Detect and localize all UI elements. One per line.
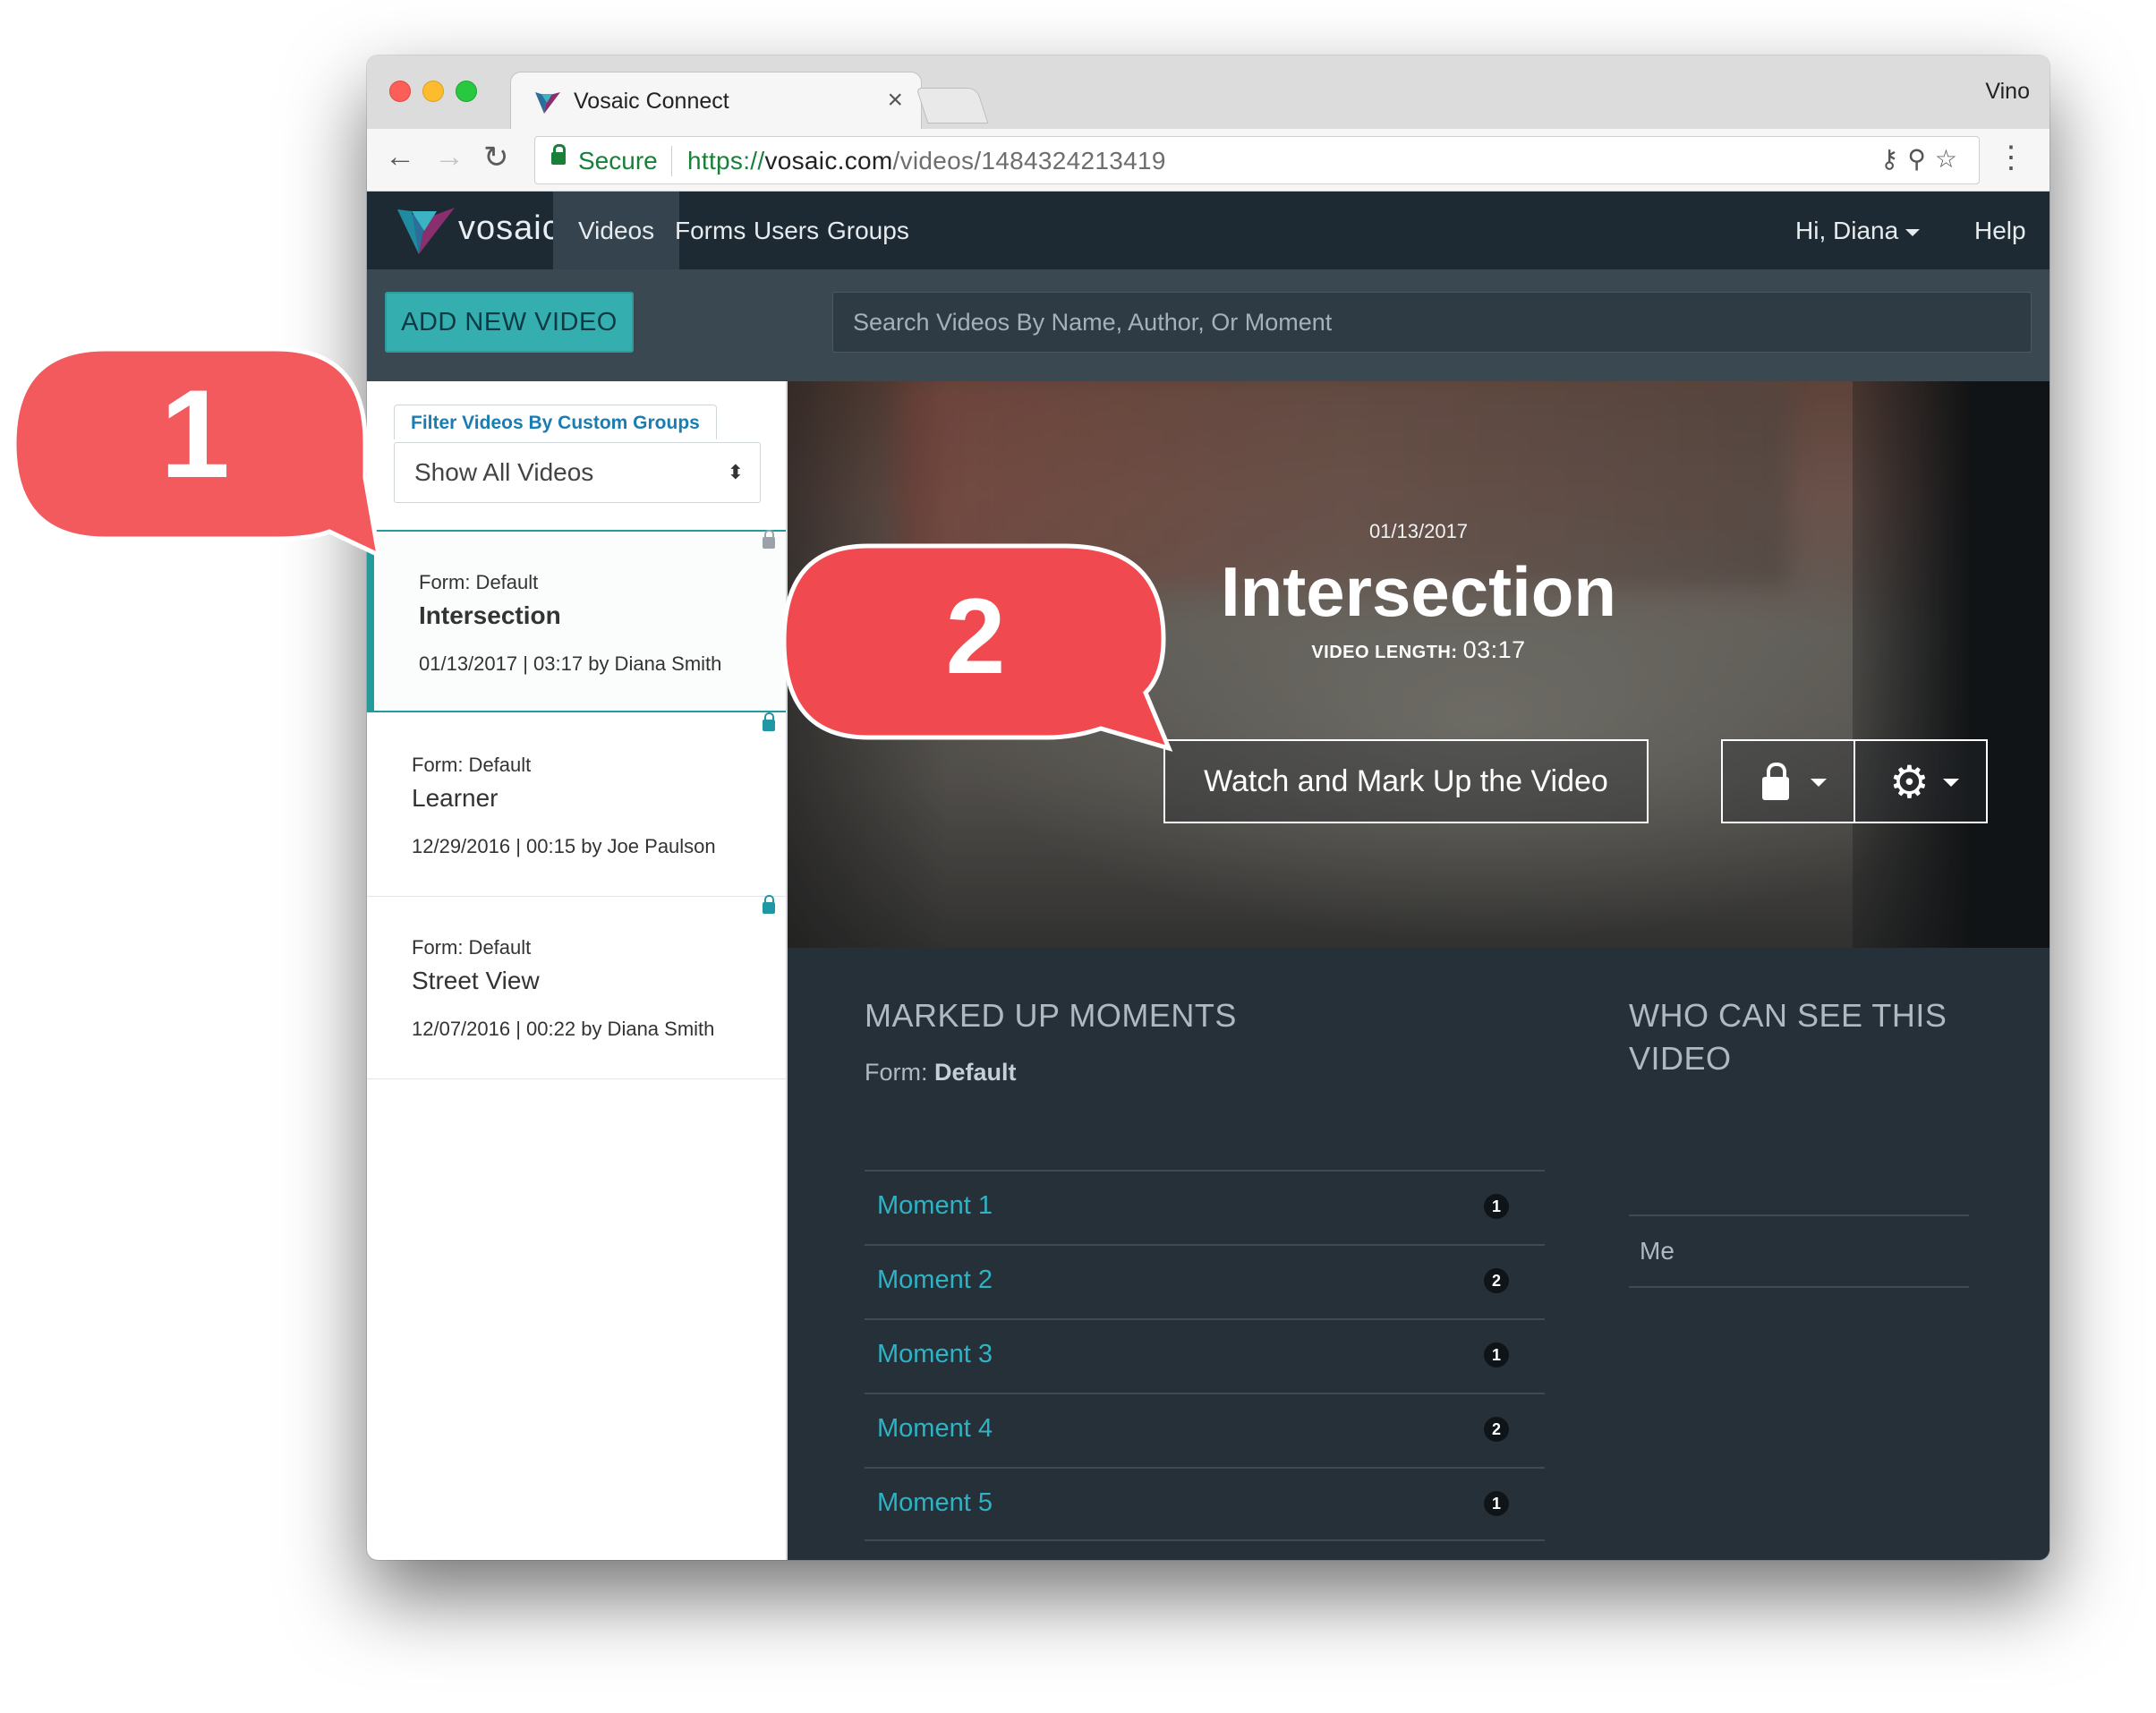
- video-meta: 12/07/2016 | 00:22 by Diana Smith: [412, 1018, 715, 1040]
- moment-link[interactable]: Moment 3: [877, 1340, 993, 1369]
- video-meta: 01/13/2017 | 03:17 by Diana Smith: [419, 652, 722, 675]
- secure-lock-icon: [551, 144, 566, 165]
- new-tab-button[interactable]: [916, 88, 989, 124]
- video-form-name: Form: Default: [419, 571, 539, 593]
- video-title: Learner: [412, 784, 499, 812]
- viewer-item: Me: [1629, 1214, 1969, 1288]
- moment-count-badge: 1: [1484, 1194, 1509, 1219]
- callout-two-number: 2: [945, 576, 1006, 696]
- moment-row[interactable]: Moment 3 1: [865, 1318, 1545, 1393]
- moment-link[interactable]: Moment 4: [877, 1414, 993, 1444]
- video-toolbar: ADD NEW VIDEO: [367, 269, 2049, 381]
- browser-profile-name[interactable]: Vino: [1985, 79, 2030, 105]
- visibility-heading-line1: WHO CAN SEE THIS: [1629, 997, 1947, 1034]
- tab-title: Vosaic Connect: [574, 89, 729, 114]
- video-list-item[interactable]: Form: Default Street View 12/07/2016 | 0…: [367, 895, 786, 1079]
- video-details: MARKED UP MOMENTS Form: Default Moment 1…: [788, 948, 2049, 1560]
- moment-count-badge: 1: [1484, 1342, 1509, 1368]
- moments-form-line: Form: Default: [865, 1059, 1017, 1087]
- callout-two: 2: [779, 541, 1190, 755]
- locked-icon[interactable]: [763, 530, 775, 549]
- chevron-down-icon: [1811, 779, 1827, 787]
- gear-icon: ⚙: [1889, 757, 1930, 807]
- user-menu-label: Hi, Diana: [1795, 217, 1899, 244]
- filter-groups-label: Filter Videos By Custom Groups: [394, 405, 717, 439]
- moments-list: Moment 1 1 Moment 2 2 Moment 3 1 Moment …: [865, 1170, 1545, 1541]
- video-title: Intersection: [419, 601, 561, 629]
- privacy-dropdown-button[interactable]: [1721, 739, 1855, 823]
- moment-row[interactable]: Moment 2 2: [865, 1244, 1545, 1318]
- close-window-button[interactable]: [389, 81, 411, 102]
- forward-arrow-icon[interactable]: →: [434, 140, 464, 175]
- video-length-label: VIDEO LENGTH:: [1311, 643, 1458, 662]
- browser-window: Vosaic Connect × Vino ← → ↻ Secure https…: [367, 55, 2049, 1560]
- video-form-name: Form: Default: [412, 936, 532, 959]
- url-text[interactable]: https://vosaic.com/videos/1484324213419: [687, 147, 1166, 175]
- form-name: Default: [934, 1059, 1017, 1086]
- minimize-window-button[interactable]: [422, 81, 444, 102]
- vosaic-logo-icon: [397, 208, 455, 254]
- url-host: vosaic.com: [764, 147, 893, 175]
- tab-close-icon[interactable]: ×: [887, 85, 903, 115]
- video-length-value: 03:17: [1462, 636, 1526, 663]
- chevron-down-icon: [1905, 228, 1921, 236]
- video-form-name: Form: Default: [412, 754, 532, 776]
- add-new-video-button[interactable]: ADD NEW VIDEO: [385, 292, 634, 353]
- visibility-heading: WHO CAN SEE THIS VIDEO: [1629, 994, 1947, 1080]
- browser-tab[interactable]: Vosaic Connect ×: [510, 72, 922, 131]
- vosaic-logo-text[interactable]: vosaic: [458, 209, 560, 248]
- unlocked-icon[interactable]: [763, 895, 775, 914]
- visibility-heading-line2: VIDEO: [1629, 1040, 1732, 1077]
- moment-row[interactable]: Moment 5 1: [865, 1467, 1545, 1541]
- user-menu[interactable]: Hi, Diana: [1795, 192, 1921, 269]
- watch-mark-up-button[interactable]: Watch and Mark Up the Video: [1163, 739, 1649, 823]
- video-list-item[interactable]: Form: Default Learner 12/29/2016 | 00:15…: [367, 712, 786, 897]
- moment-link[interactable]: Moment 1: [877, 1191, 993, 1221]
- moment-link[interactable]: Moment 2: [877, 1266, 993, 1295]
- moment-count-badge: 2: [1484, 1268, 1509, 1293]
- video-meta: 12/29/2016 | 00:15 by Joe Paulson: [412, 835, 716, 857]
- moment-link[interactable]: Moment 5: [877, 1488, 993, 1518]
- app-top-nav: vosaic Videos Forms Users Groups Hi, Dia…: [367, 192, 2049, 269]
- unlocked-icon[interactable]: [763, 712, 775, 731]
- key-icon[interactable]: ⚷: [1880, 145, 1908, 173]
- vosaic-favicon-icon: [535, 92, 560, 114]
- viewers-list: Me: [1629, 1214, 1969, 1288]
- video-list-item[interactable]: Form: Default Intersection 01/13/2017 | …: [367, 530, 786, 712]
- callout-one-number: 1: [160, 363, 230, 504]
- address-separator: [671, 146, 672, 176]
- video-list-sidebar: Filter Videos By Custom Groups Show All …: [367, 381, 788, 1560]
- chevron-down-icon: [1943, 779, 1959, 787]
- address-bar[interactable]: Secure https://vosaic.com/videos/1484324…: [534, 136, 1980, 184]
- lock-icon: [1762, 763, 1789, 800]
- video-title: Street View: [412, 967, 540, 994]
- url-scheme: https://: [687, 147, 765, 175]
- moments-heading: MARKED UP MOMENTS: [865, 997, 1237, 1034]
- moment-row[interactable]: Moment 1 1: [865, 1170, 1545, 1244]
- settings-dropdown-button[interactable]: ⚙: [1853, 739, 1988, 823]
- select-arrows-icon: ⬍: [727, 461, 744, 483]
- nav-groups[interactable]: Groups: [802, 192, 934, 269]
- moment-count-badge: 1: [1484, 1491, 1509, 1516]
- search-videos-input[interactable]: [832, 292, 2032, 353]
- callout-one: 1: [7, 344, 401, 585]
- browser-menu-icon[interactable]: ⋮: [1996, 140, 2026, 175]
- form-prefix: Form:: [865, 1059, 928, 1086]
- filter-selected-value: Show All Videos: [414, 458, 594, 486]
- reload-icon[interactable]: ↻: [483, 140, 509, 175]
- browser-titlebar: Vosaic Connect × Vino: [367, 55, 2049, 131]
- nav-help[interactable]: Help: [1974, 192, 2026, 269]
- moment-row[interactable]: Moment 4 2: [865, 1393, 1545, 1467]
- url-path: /videos/1484324213419: [892, 147, 1166, 175]
- browser-toolbar: ← → ↻ Secure https://vosaic.com/videos/1…: [367, 129, 2049, 192]
- filter-groups-select[interactable]: Show All Videos ⬍: [394, 442, 761, 503]
- moment-count-badge: 2: [1484, 1417, 1509, 1442]
- vosaic-app: vosaic Videos Forms Users Groups Hi, Dia…: [367, 192, 2049, 1560]
- zoom-icon[interactable]: ⚲: [1907, 145, 1935, 173]
- maximize-window-button[interactable]: [456, 81, 477, 102]
- address-bar-actions: ⚷⚲☆: [1880, 144, 1966, 174]
- back-arrow-icon[interactable]: ←: [385, 140, 415, 175]
- bookmark-star-icon[interactable]: ☆: [1935, 145, 1966, 173]
- secure-label: Secure: [578, 147, 658, 175]
